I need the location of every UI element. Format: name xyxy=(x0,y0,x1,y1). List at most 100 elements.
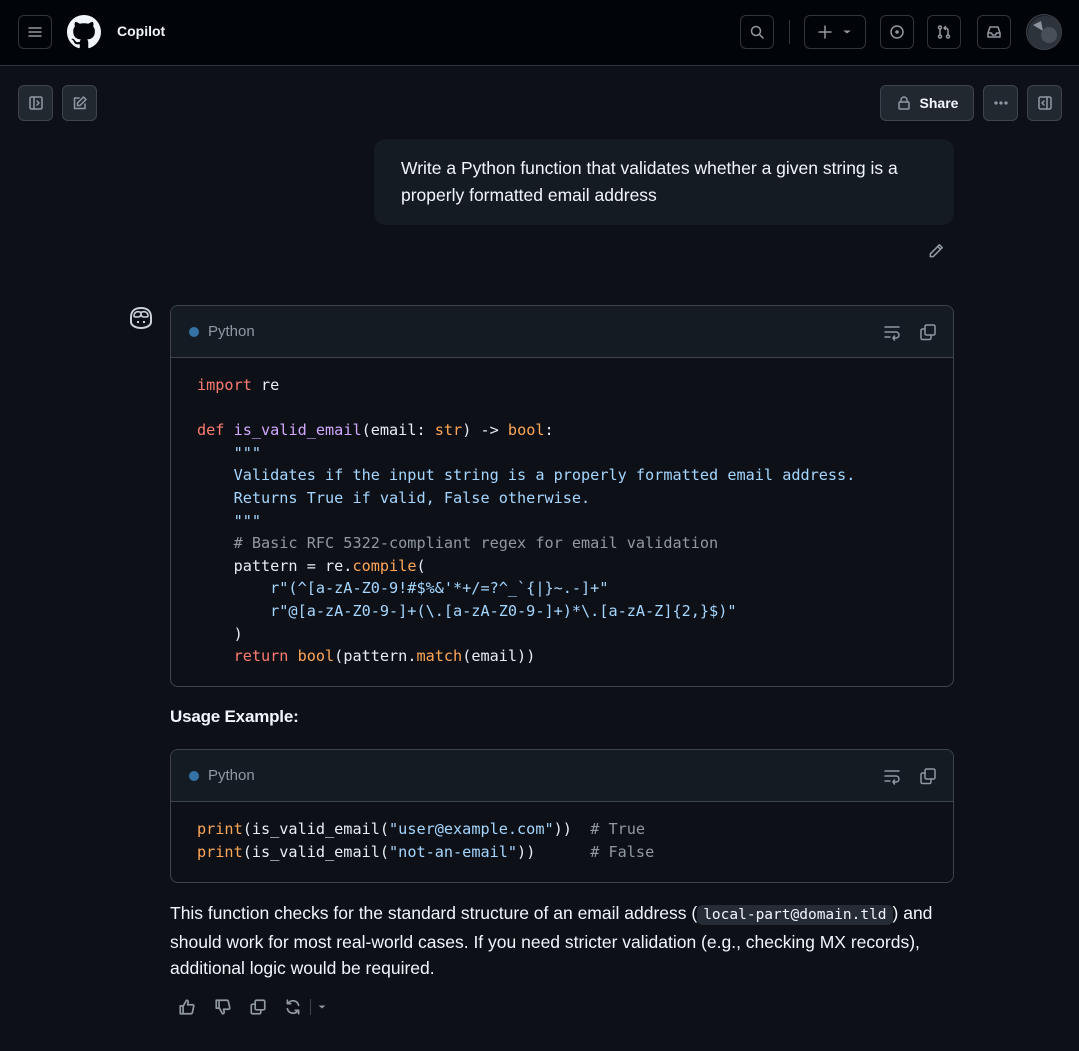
code-token: # False xyxy=(590,842,655,861)
code-token: )) xyxy=(553,820,591,838)
chevron-down-icon xyxy=(843,30,851,34)
thumbs-up-icon xyxy=(179,999,195,1015)
issue-icon xyxy=(890,25,904,39)
search-button[interactable] xyxy=(740,15,774,49)
copy-icon xyxy=(920,324,936,341)
chevron-down-icon xyxy=(318,1005,326,1009)
code-content: import re def is_valid_email(email: str) … xyxy=(171,358,953,668)
user-message-text: Write a Python function that validates w… xyxy=(401,158,898,205)
code-token: (email)) xyxy=(462,647,536,666)
create-new-button[interactable] xyxy=(804,15,866,49)
copilot-icon xyxy=(127,305,155,331)
code-language-label: Python xyxy=(208,767,255,784)
regenerate-icon xyxy=(286,999,300,1015)
code-line: Validates if the input string is a prope… xyxy=(197,464,927,487)
inbox-button[interactable] xyxy=(977,15,1011,49)
code-token: # True xyxy=(590,820,646,838)
toggle-sidebar-button[interactable] xyxy=(18,85,53,121)
toggle-panel-button[interactable] xyxy=(1027,85,1062,121)
code-line: # Basic RFC 5322-compliant regex for ema… xyxy=(197,532,927,555)
code-token: ( xyxy=(416,556,426,575)
pencil-icon xyxy=(929,244,943,258)
github-logo-icon[interactable] xyxy=(67,15,101,49)
wrap-icon xyxy=(884,326,900,341)
app-title[interactable]: Copilot xyxy=(117,23,165,39)
code-line: r"@[a-zA-Z0-9-]+(\.[a-zA-Z0-9-]+)*\.[a-z… xyxy=(197,600,927,623)
copy-response-button[interactable] xyxy=(248,997,268,1017)
code-token: (is_valid_email( xyxy=(242,820,390,838)
code-token: Returns True if valid, False otherwise. xyxy=(197,488,591,507)
code-line: r"(^[a-zA-Z0-9!#$%&'*+/=?^_`{|}~.-]+" xyxy=(197,577,927,600)
code-token: return xyxy=(197,647,289,666)
code-token: "user@example.com" xyxy=(389,820,554,838)
copy-icon xyxy=(920,768,936,785)
response-paragraph: This function checks for the standard st… xyxy=(170,900,960,982)
code-block: Python import re def is_valid_email(email… xyxy=(170,305,954,687)
regenerate-button[interactable] xyxy=(283,997,303,1017)
panel-right-icon xyxy=(1037,96,1052,110)
code-line: """ xyxy=(197,510,927,533)
code-line: return bool(pattern.match(email)) xyxy=(197,645,927,668)
code-line: def is_valid_email(email: str) -> bool: xyxy=(197,419,927,442)
feedback-divider xyxy=(310,999,311,1015)
regenerate-options-button[interactable] xyxy=(313,997,331,1017)
search-icon xyxy=(750,25,764,39)
code-token: compile xyxy=(352,556,417,575)
new-chat-button[interactable] xyxy=(62,85,97,121)
thumbs-up-button[interactable] xyxy=(177,997,197,1017)
code-token: # Basic RFC 5322-compliant regex for ema… xyxy=(197,534,719,553)
code-token: pattern = re. xyxy=(197,556,353,575)
copy-code-button[interactable] xyxy=(918,322,938,342)
issues-button[interactable] xyxy=(880,15,914,49)
code-line: print(is_valid_email("not-an-email")) # … xyxy=(197,841,927,864)
code-token: print xyxy=(197,820,243,838)
plus-icon xyxy=(818,25,832,39)
copy-icon xyxy=(250,999,266,1015)
sidebar-expand-icon xyxy=(28,96,43,110)
code-line: """ xyxy=(197,442,927,465)
code-content: print(is_valid_email("user@example.com")… xyxy=(171,802,953,863)
user-message-bubble: Write a Python function that validates w… xyxy=(374,139,954,225)
header-divider xyxy=(789,20,790,44)
code-line: import re xyxy=(197,374,927,397)
code-token: r"(^[a-zA-Z0-9!#$%&'*+/=?^_`{|}~.-]+" xyxy=(197,579,609,598)
copy-code-button[interactable] xyxy=(918,766,938,786)
menu-icon xyxy=(28,27,42,37)
code-language-label: Python xyxy=(208,323,255,340)
code-token: """ xyxy=(197,443,262,462)
code-line: print(is_valid_email("user@example.com")… xyxy=(197,818,927,841)
code-token: """ xyxy=(197,511,262,530)
code-token: print xyxy=(197,842,243,861)
code-block-header: Python xyxy=(171,306,953,358)
code-token: "not-an-email" xyxy=(389,842,518,861)
thumbs-down-button[interactable] xyxy=(213,997,233,1017)
user-avatar[interactable] xyxy=(1026,14,1062,50)
code-block-header: Python xyxy=(171,750,953,802)
wrap-lines-button[interactable] xyxy=(882,322,902,342)
lock-icon xyxy=(897,96,910,110)
edit-message-button[interactable] xyxy=(927,242,945,260)
code-token: bool xyxy=(297,647,335,666)
code-token: (pattern. xyxy=(334,647,417,666)
usage-example-heading: Usage Example: xyxy=(170,707,299,726)
code-token: re xyxy=(251,376,280,394)
kebab-icon xyxy=(993,101,1008,105)
menu-button[interactable] xyxy=(18,15,52,49)
thumbs-down-icon xyxy=(215,999,231,1015)
code-token: match xyxy=(416,647,463,666)
pull-requests-button[interactable] xyxy=(927,15,961,49)
wrap-icon xyxy=(884,770,900,785)
code-token: str xyxy=(434,421,463,440)
wrap-lines-button[interactable] xyxy=(882,766,902,786)
code-block: Python print(is_valid_email("user@exampl… xyxy=(170,749,954,883)
code-token: ) -> xyxy=(462,421,508,440)
share-button[interactable]: Share xyxy=(880,85,974,121)
code-token: is_valid_email xyxy=(233,421,362,440)
paragraph-text: This function checks for the standard st… xyxy=(170,903,698,923)
inline-code: local-part@domain.tld xyxy=(697,905,893,925)
more-options-button[interactable] xyxy=(983,85,1018,121)
code-token: (email: xyxy=(361,421,435,440)
language-color-dot xyxy=(189,771,199,781)
